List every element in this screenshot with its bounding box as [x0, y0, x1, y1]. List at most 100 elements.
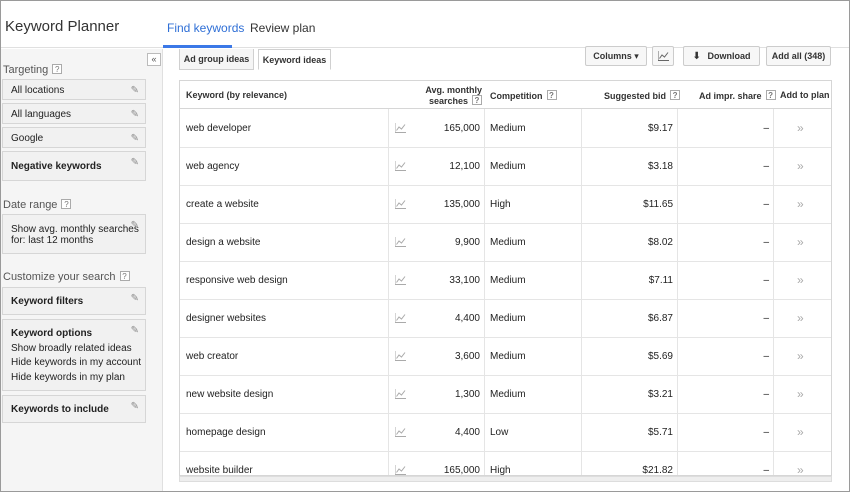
keyword-options-panel[interactable]: Keyword options Show broadly related ide… — [2, 319, 146, 391]
edit-pencil-icon[interactable]: ✎ — [131, 133, 139, 144]
targeting-label: Targeting? — [3, 64, 63, 76]
keyword-ideas-table: Keyword (by relevance) Avg. monthly sear… — [179, 80, 832, 476]
collapse-sidebar-button[interactable]: « — [147, 53, 161, 66]
keyword-cell: web agency — [186, 161, 240, 172]
targeting-locations[interactable]: All locations ✎ — [2, 79, 146, 100]
help-icon[interactable]: ? — [52, 64, 63, 74]
col-competition[interactable]: Competition? — [490, 90, 557, 101]
keyword-cell: homepage design — [186, 427, 266, 438]
add-to-plan-icon[interactable]: » — [797, 159, 804, 173]
col-ad-impr-share[interactable]: Ad impr. share? — [699, 90, 776, 101]
table-row: web agency 12,100 Medium $3.18 – » — [180, 148, 831, 186]
avg-searches-cell: 4,400 — [454, 427, 480, 438]
targeting-languages[interactable]: All languages ✎ — [2, 103, 146, 124]
avg-searches-cell: 12,100 — [449, 161, 480, 172]
edit-pencil-icon[interactable]: ✎ — [131, 401, 139, 412]
edit-pencil-icon[interactable]: ✎ — [131, 293, 139, 304]
col-avg-monthly-searches[interactable]: Avg. monthly searches? — [420, 85, 482, 106]
add-to-plan-icon[interactable]: » — [797, 273, 804, 287]
tab-keyword-ideas[interactable]: Keyword ideas — [258, 49, 331, 70]
edit-pencil-icon[interactable]: ✎ — [131, 220, 139, 231]
ad-impr-share-cell: – — [763, 123, 769, 134]
table-row: designer websites 4,400 Medium $6.87 – » — [180, 300, 831, 338]
sidebar: « Targeting? All locations ✎ All languag… — [1, 49, 163, 491]
trend-chart-icon[interactable] — [395, 275, 406, 285]
help-icon[interactable]: ? — [472, 95, 482, 105]
download-button[interactable]: ⬇ Download — [683, 46, 760, 66]
horizontal-scrollbar[interactable] — [179, 476, 832, 482]
table-row: homepage design 4,400 Low $5.71 – » — [180, 414, 831, 452]
table-row: design a website 9,900 Medium $8.02 – » — [180, 224, 831, 262]
trend-chart-icon[interactable] — [395, 123, 406, 133]
trend-chart-icon[interactable] — [395, 313, 406, 323]
help-icon[interactable]: ? — [765, 90, 776, 100]
help-icon[interactable]: ? — [119, 271, 130, 281]
add-to-plan-icon[interactable]: » — [797, 235, 804, 249]
col-suggested-bid[interactable]: Suggested bid? — [604, 90, 681, 101]
date-range-panel[interactable]: Show avg. monthly searches for: last 12 … — [2, 214, 146, 254]
table-row: web creator 3,600 Medium $5.69 – » — [180, 338, 831, 376]
help-icon[interactable]: ? — [546, 90, 557, 100]
avg-searches-cell: 4,400 — [454, 313, 480, 324]
edit-pencil-icon[interactable]: ✎ — [131, 85, 139, 96]
col-keyword[interactable]: Keyword (by relevance) — [186, 90, 287, 100]
keyword-planner-window: Keyword Planner Find keywords Review pla… — [0, 0, 850, 492]
keywords-to-include-panel[interactable]: Keywords to include ✎ — [2, 395, 146, 423]
customize-search-label: Customize your search? — [3, 271, 130, 283]
keyword-cell: web creator — [186, 351, 239, 362]
add-to-plan-icon[interactable]: » — [797, 197, 804, 211]
columns-dropdown-button[interactable]: Columns ▾ — [585, 46, 647, 66]
avg-searches-cell: 3,600 — [454, 351, 480, 362]
keyword-cell: create a website — [186, 199, 259, 210]
date-range-label: Date range? — [3, 199, 72, 211]
targeting-network[interactable]: Google ✎ — [2, 127, 146, 148]
keyword-cell: design a website — [186, 237, 261, 248]
ad-impr-share-cell: – — [763, 427, 769, 438]
col-add-to-plan: Add to plan — [780, 90, 830, 100]
competition-cell: Medium — [490, 123, 526, 134]
app-title: Keyword Planner — [5, 18, 120, 35]
add-to-plan-icon[interactable]: » — [797, 121, 804, 135]
trend-chart-icon[interactable] — [395, 465, 406, 475]
edit-pencil-icon[interactable]: ✎ — [131, 157, 139, 168]
keyword-filters-panel[interactable]: Keyword filters ✎ — [2, 287, 146, 315]
keyword-cell: website builder — [186, 465, 253, 476]
suggested-bid-cell: $5.69 — [647, 351, 673, 362]
trend-chart-icon[interactable] — [395, 199, 406, 209]
edit-pencil-icon[interactable]: ✎ — [131, 325, 139, 336]
add-to-plan-icon[interactable]: » — [797, 425, 804, 439]
ad-impr-share-cell: – — [763, 313, 769, 324]
table-row: create a website 135,000 High $11.65 – » — [180, 186, 831, 224]
suggested-bid-cell: $5.71 — [647, 427, 673, 438]
chart-icon — [657, 51, 669, 61]
add-to-plan-icon[interactable]: » — [797, 311, 804, 325]
add-all-button[interactable]: Add all (348) — [766, 46, 831, 66]
trend-chart-icon[interactable] — [395, 161, 406, 171]
help-icon[interactable]: ? — [670, 90, 681, 100]
keyword-cell: web developer — [186, 123, 252, 134]
help-icon[interactable]: ? — [61, 199, 72, 209]
trend-chart-icon[interactable] — [395, 351, 406, 361]
suggested-bid-cell: $7.11 — [648, 275, 673, 286]
competition-cell: Medium — [490, 237, 526, 248]
tab-find-keywords[interactable]: Find keywords — [167, 21, 244, 35]
trend-chart-icon[interactable] — [395, 427, 406, 437]
edit-pencil-icon[interactable]: ✎ — [131, 109, 139, 120]
table-row: website builder 165,000 High $21.82 – » — [180, 452, 831, 476]
keyword-cell: responsive web design — [186, 275, 288, 286]
trend-chart-icon[interactable] — [395, 237, 406, 247]
competition-cell: High — [490, 465, 511, 476]
ad-impr-share-cell: – — [763, 161, 769, 172]
add-to-plan-icon[interactable]: » — [797, 349, 804, 363]
chart-toggle-button[interactable] — [652, 46, 674, 66]
suggested-bid-cell: $11.65 — [643, 199, 673, 210]
tab-review-plan[interactable]: Review plan — [250, 21, 315, 35]
suggested-bid-cell: $9.17 — [647, 123, 673, 134]
negative-keywords-panel[interactable]: Negative keywords ✎ — [2, 151, 146, 181]
tab-ad-group-ideas[interactable]: Ad group ideas — [179, 49, 254, 70]
add-to-plan-icon[interactable]: » — [797, 387, 804, 401]
competition-cell: Medium — [490, 351, 526, 362]
table-header: Keyword (by relevance) Avg. monthly sear… — [180, 81, 831, 109]
add-to-plan-icon[interactable]: » — [797, 463, 804, 475]
trend-chart-icon[interactable] — [395, 389, 406, 399]
